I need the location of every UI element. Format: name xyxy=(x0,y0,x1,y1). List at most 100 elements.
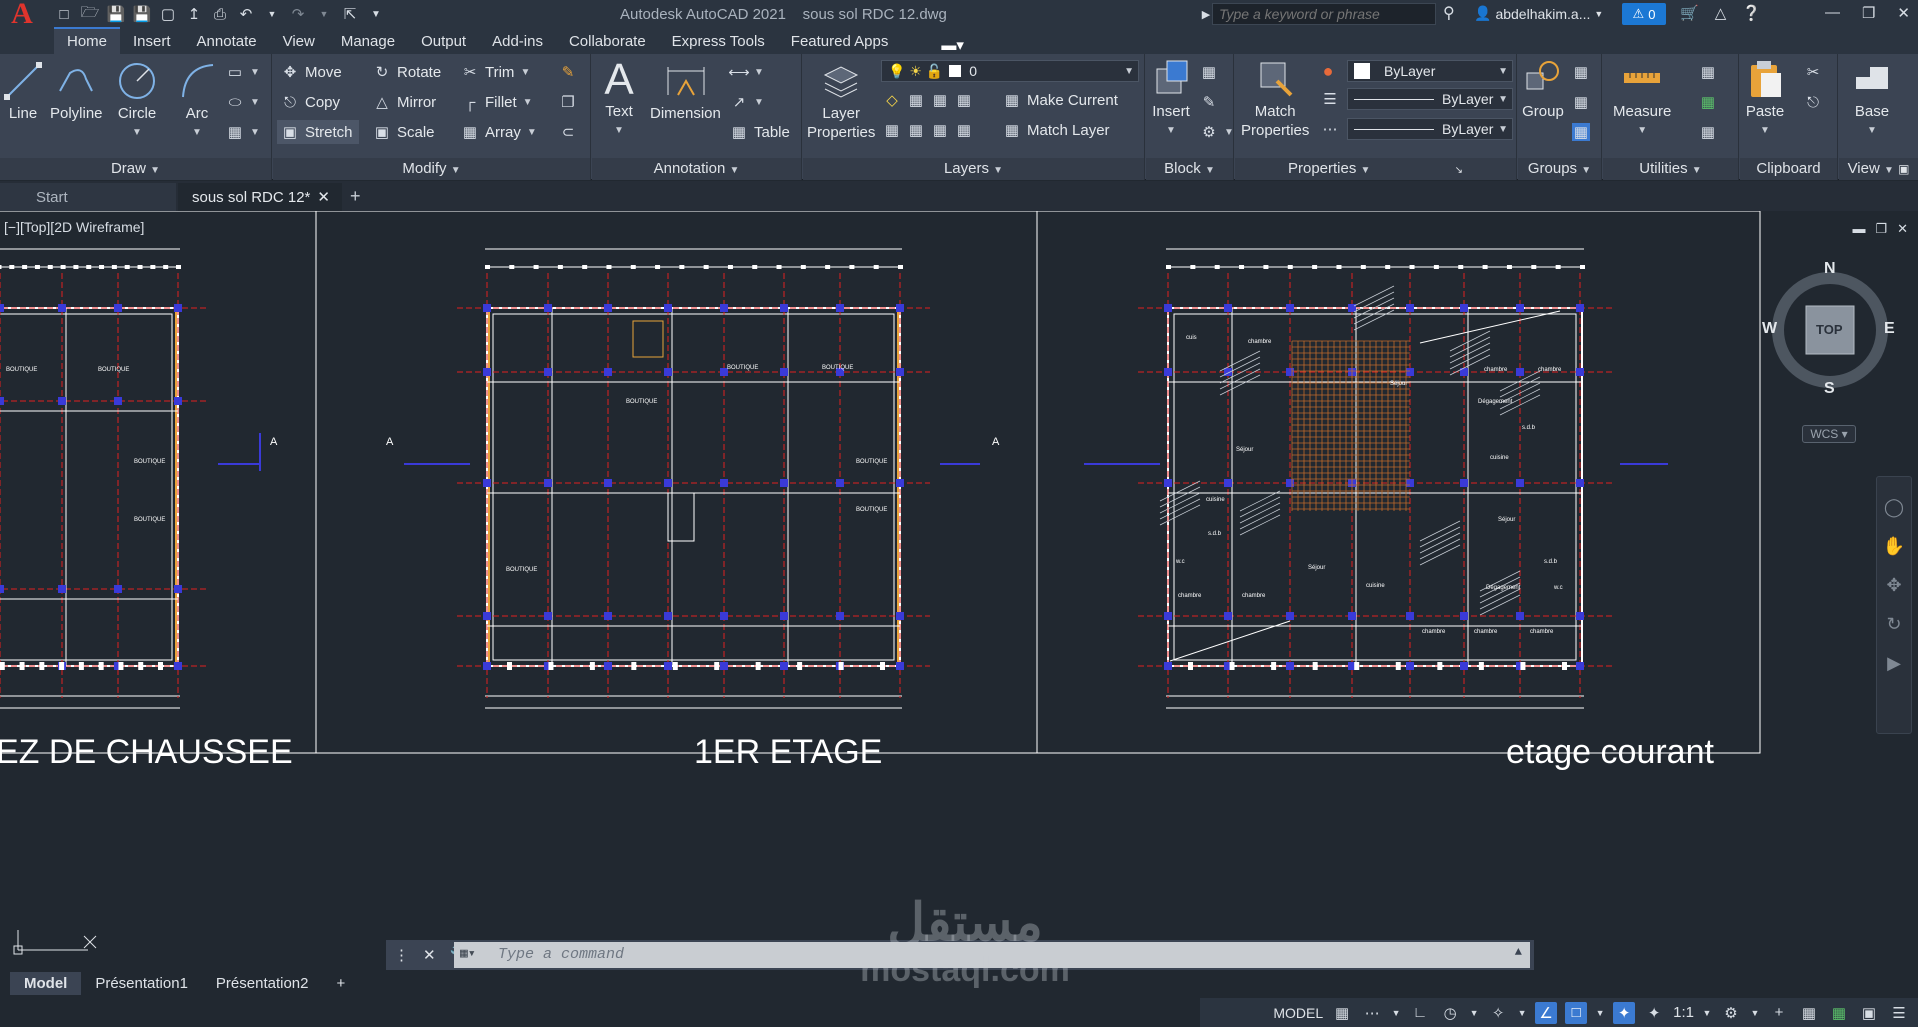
user-menu[interactable]: 👤 abdelhakim.a... ▼ xyxy=(1474,5,1603,22)
measure-button[interactable]: Measure ▼ xyxy=(1613,58,1671,140)
customize-qat-icon[interactable]: ▼ xyxy=(366,4,386,24)
text-button[interactable]: A Text ▼ xyxy=(598,57,640,140)
model-space-button[interactable]: MODEL xyxy=(1273,1005,1323,1021)
panel-launcher-icon[interactable]: ↘ xyxy=(1455,165,1463,176)
copy-button[interactable]: ⎋ Copy xyxy=(281,90,340,114)
draw-panel-title[interactable]: Draw ▼ xyxy=(0,158,271,180)
mirror-button[interactable]: △ Mirror xyxy=(373,90,436,114)
tab-output[interactable]: Output xyxy=(408,29,479,54)
polar-icon[interactable]: ◷ xyxy=(1439,1002,1461,1024)
utilities-panel-title[interactable]: Utilities ▼ xyxy=(1603,158,1738,180)
share-icon[interactable]: ⇱ xyxy=(340,4,360,24)
undo-icon[interactable]: ↶ xyxy=(236,4,256,24)
offset-button[interactable]: ⊂ xyxy=(559,120,577,144)
workspace-gear-icon[interactable]: ⚙ xyxy=(1720,1002,1742,1024)
add-layout-icon[interactable]: + xyxy=(323,972,360,995)
tab-view[interactable]: View xyxy=(270,29,328,54)
array-button[interactable]: ▦ Array ▼ xyxy=(461,120,537,144)
scale-dropdown-icon[interactable]: ▼ xyxy=(1702,1002,1712,1024)
layer-isolate-icon[interactable]: ▦ xyxy=(907,91,925,109)
clean-screen-icon[interactable]: ▣ xyxy=(1858,1002,1880,1024)
new-tab-icon[interactable]: + xyxy=(350,186,361,211)
notification-badge[interactable]: ⚠ 0 xyxy=(1622,3,1666,25)
linetype-dropdown[interactable]: ByLayer ▼ xyxy=(1347,118,1513,140)
close-icon[interactable]: ✕ xyxy=(1897,4,1910,22)
showmotion-icon[interactable]: ▶ xyxy=(1887,653,1901,674)
tab-model[interactable]: Model xyxy=(10,971,82,995)
ortho-icon[interactable]: ∟ xyxy=(1409,1002,1431,1024)
command-history-icon[interactable]: ▲ xyxy=(1515,945,1522,959)
panel-settings-icon[interactable]: ▣ xyxy=(1898,162,1909,176)
tab-home[interactable]: Home xyxy=(54,27,121,54)
undo-dropdown-icon[interactable]: ▼ xyxy=(262,4,282,24)
stretch-button[interactable]: ▣ Stretch xyxy=(277,120,359,144)
wcs-menu[interactable]: WCS ▾ xyxy=(1802,425,1856,443)
explode-button[interactable]: ❐ xyxy=(559,90,577,114)
cart-icon[interactable]: 🛒 xyxy=(1680,4,1699,22)
view-panel-title[interactable]: View ▼ ▣ xyxy=(1839,158,1918,180)
customization-menu-icon[interactable]: ☰ xyxy=(1888,1002,1910,1024)
command-line-grip-icon[interactable]: ⋮ xyxy=(394,946,409,964)
create-block-button[interactable]: ▦ xyxy=(1200,60,1218,84)
circle-button[interactable]: Circle ▼ xyxy=(116,60,158,142)
polar-dropdown-icon[interactable]: ▼ xyxy=(1469,1002,1479,1024)
clipboard-panel-title[interactable]: Clipboard xyxy=(1740,158,1837,180)
ellipse-button[interactable]: ⬭ ▼ xyxy=(226,90,260,114)
steering-wheel-icon[interactable]: ◯ xyxy=(1884,497,1904,518)
tab-start[interactable]: Start xyxy=(0,183,176,211)
viewcube-north[interactable]: N xyxy=(1824,260,1836,278)
make-current-button[interactable]: ▦ Make Current xyxy=(1003,88,1118,112)
color-wheel-icon[interactable]: ● xyxy=(1319,61,1337,81)
lineweight-dropdown[interactable]: ByLayer ▼ xyxy=(1347,88,1513,110)
layer-walk-icon[interactable]: ▦ xyxy=(931,121,949,139)
hatch-button[interactable]: ▦ ▼ xyxy=(226,120,260,144)
match-properties-button[interactable]: Match Properties xyxy=(1241,58,1309,140)
minimize-icon[interactable]: — xyxy=(1825,4,1840,22)
ribbon-minimize-icon[interactable]: ▬▾ xyxy=(941,36,964,54)
workspace-dropdown-icon[interactable]: ▼ xyxy=(1750,1002,1760,1024)
group-edit-button[interactable]: ▦ xyxy=(1572,90,1590,114)
snap-dropdown-icon[interactable]: ▼ xyxy=(1391,1002,1401,1024)
tab-active-drawing[interactable]: sous sol RDC 12* ✕ xyxy=(178,183,342,211)
edit-block-button[interactable]: ✎ xyxy=(1200,90,1218,114)
close-tab-icon[interactable]: ✕ xyxy=(317,188,330,206)
layers-panel-title[interactable]: Layers ▼ xyxy=(803,158,1144,180)
restore-icon[interactable]: ❐ xyxy=(1862,4,1875,22)
pan-icon[interactable]: ✋ xyxy=(1883,536,1905,557)
base-view-button[interactable]: Base ▼ xyxy=(1851,58,1893,140)
new-file-icon[interactable]: □ xyxy=(54,4,74,24)
layer-previous-icon[interactable]: ▦ xyxy=(907,121,925,139)
group-select-button[interactable]: ▦ xyxy=(1572,120,1590,144)
layer-off-icon[interactable]: ◇ xyxy=(883,91,901,109)
quick-select-button[interactable]: ▦ xyxy=(1699,60,1717,84)
help-icon[interactable]: ❔ xyxy=(1742,4,1761,22)
annotation-scale[interactable]: 1:1 xyxy=(1673,1004,1694,1021)
viewcube[interactable]: N S E W TOP xyxy=(1762,260,1898,410)
zoom-extents-icon[interactable]: ✥ xyxy=(1886,575,1901,596)
redo-icon[interactable]: ↷ xyxy=(288,4,308,24)
osnap-dropdown-icon[interactable]: ▼ xyxy=(1595,1002,1605,1024)
auto-scale-icon[interactable]: ✦ xyxy=(1643,1002,1665,1024)
paste-button[interactable]: Paste ▼ xyxy=(1744,58,1786,140)
save-icon[interactable]: 💾 xyxy=(106,4,126,24)
ungroup-button[interactable]: ▦ xyxy=(1572,60,1590,84)
layer-dropdown[interactable]: 💡 ☀ 🔓 0 ▼ xyxy=(881,60,1139,82)
save-as-icon[interactable]: 💾 xyxy=(132,4,152,24)
rectangle-button[interactable]: ▭ ▼ xyxy=(226,60,260,84)
tab-express-tools[interactable]: Express Tools xyxy=(659,29,778,54)
layer-match-icon[interactable]: ▦ xyxy=(883,121,901,139)
snap-icon[interactable]: ⋯ xyxy=(1361,1002,1383,1024)
grid-icon[interactable]: ▦ xyxy=(1331,1002,1353,1024)
search-input[interactable] xyxy=(1212,3,1436,25)
tab-addins[interactable]: Add-ins xyxy=(479,29,556,54)
command-input[interactable]: ▦▾ Type a command ▲ xyxy=(454,942,1530,968)
copy-clip-button[interactable]: ⎋ xyxy=(1804,90,1822,114)
modify-panel-title[interactable]: Modify ▼ xyxy=(273,158,590,180)
tab-featured-apps[interactable]: Featured Apps xyxy=(778,29,902,54)
groups-panel-title[interactable]: Groups ▼ xyxy=(1518,158,1601,180)
trim-button[interactable]: ✂ Trim ▼ xyxy=(461,60,531,84)
calculator-button[interactable]: ▦ xyxy=(1699,120,1717,144)
lineweight-icon[interactable]: ☰ xyxy=(1321,90,1339,108)
viewport-controls-label[interactable]: [−][Top][2D Wireframe] xyxy=(4,219,144,235)
attribute-button[interactable]: ⚙ ▼ xyxy=(1200,120,1234,144)
